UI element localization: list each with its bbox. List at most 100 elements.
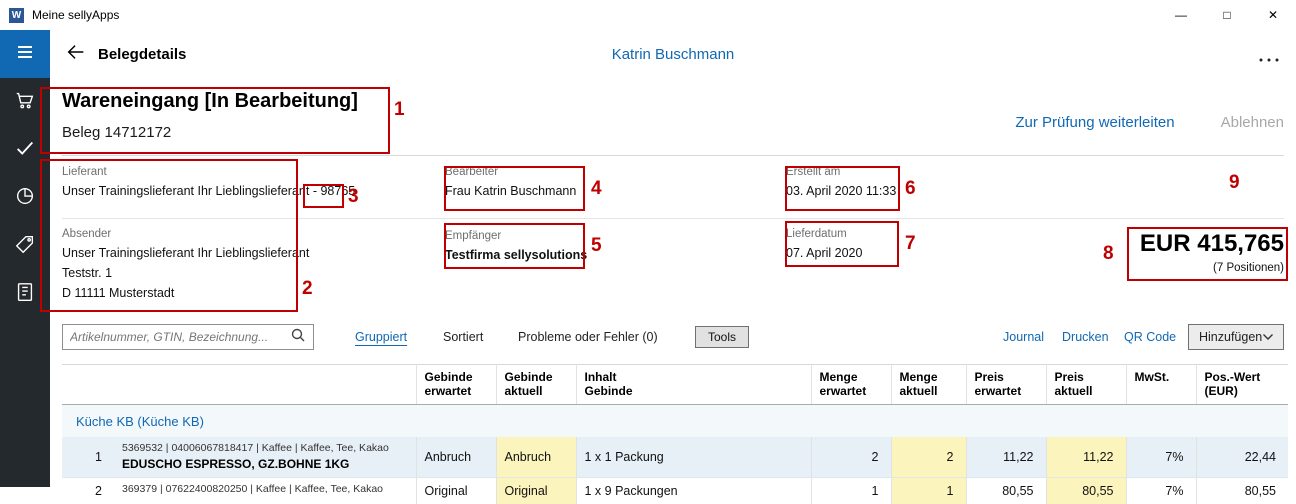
col-header-preis-erwartet: Preis erwartet xyxy=(966,365,1046,405)
window-title: Meine sellyApps xyxy=(32,8,119,22)
menge-aktuell-cell[interactable]: 2 xyxy=(891,437,966,478)
field-sender: Absender Unser Trainingslieferant Ihr Li… xyxy=(62,228,309,300)
editor-label: Bearbeiter xyxy=(445,166,576,178)
group-label: Küche KB (Küche KB) xyxy=(62,405,1288,438)
mwst-cell: 7% xyxy=(1126,478,1196,504)
menge-erwartet-cell: 1 xyxy=(811,478,891,504)
supplier-value: Unser Trainingslieferant Ihr Lieblingsli… xyxy=(62,184,355,198)
col-header-menge-aktuell: Menge aktuell xyxy=(891,365,966,405)
sidebar-item-journal[interactable] xyxy=(0,270,50,318)
sender-name: Unser Trainingslieferant Ihr Lieblingsli… xyxy=(62,246,309,260)
field-delivery-date: Lieferdatum 07. April 2020 xyxy=(786,228,862,260)
row-number: 2 xyxy=(62,478,116,504)
article-cell: 5369532 | 04006067818417 | Kaffee | Kaff… xyxy=(116,437,416,478)
mwst-cell: 7% xyxy=(1126,437,1196,478)
qr-code-link[interactable]: QR Code xyxy=(1124,330,1176,344)
col-header-gebinde-aktuell: Gebinde aktuell xyxy=(496,365,576,405)
table-row[interactable]: 2 369379 | 07622400820250 | Kaffee | Kaf… xyxy=(62,478,1288,504)
document-status-title: Wareneingang [In Bearbeitung] xyxy=(62,90,358,113)
preis-aktuell-cell[interactable]: 80,55 xyxy=(1046,478,1126,504)
sidebar-item-statistics[interactable] xyxy=(0,174,50,222)
article-meta: 369379 | 07622400820250 | Kaffee | Kaffe… xyxy=(122,483,408,495)
gebinde-erwartet-cell: Original xyxy=(416,478,496,504)
group-row[interactable]: Küche KB (Küche KB) xyxy=(62,405,1288,438)
sidebar-item-tasks[interactable] xyxy=(0,126,50,174)
app-header: Katrin Buschmann Belegdetails xyxy=(50,30,1296,78)
reject-button[interactable]: Ablehnen xyxy=(1221,114,1284,131)
sidebar-item-tags[interactable] xyxy=(0,222,50,270)
article-cell: 369379 | 07622400820250 | Kaffee | Kaffe… xyxy=(116,478,416,504)
tab-grouped[interactable]: Gruppiert xyxy=(355,330,407,344)
check-icon xyxy=(14,137,36,164)
article-name: EDUSCHO ESPRESSO, GZ.BOHNE 1KG xyxy=(122,457,408,471)
recipient-label: Empfänger xyxy=(445,230,587,242)
total-positions: (7 Positionen) xyxy=(1140,262,1284,274)
menge-erwartet-cell: 2 xyxy=(811,437,891,478)
user-name[interactable]: Katrin Buschmann xyxy=(50,46,1296,63)
sidebar-item-cart[interactable] xyxy=(0,78,50,126)
pie-chart-icon xyxy=(14,185,36,212)
book-icon xyxy=(14,281,36,308)
journal-link[interactable]: Journal xyxy=(1003,330,1044,344)
more-icon xyxy=(1258,50,1280,67)
document-total: EUR 415,765 (7 Positionen) xyxy=(1140,230,1284,274)
sidebar xyxy=(0,30,50,487)
col-header-mwst: MwSt. xyxy=(1126,365,1196,405)
app-icon: W xyxy=(9,8,24,23)
main-content: Wareneingang [In Bearbeitung] Beleg 1471… xyxy=(50,78,1296,487)
created-at-value: 03. April 2020 11:33 xyxy=(786,184,896,198)
field-created-at: Erstellt am 03. April 2020 11:33 xyxy=(786,166,896,198)
field-supplier: Lieferant Unser Trainingslieferant Ihr L… xyxy=(62,166,355,198)
menge-aktuell-cell[interactable]: 1 xyxy=(891,478,966,504)
gebinde-aktuell-cell[interactable]: Anbruch xyxy=(496,437,576,478)
tab-sorted[interactable]: Sortiert xyxy=(443,330,483,344)
tools-button[interactable]: Tools xyxy=(695,326,749,348)
article-meta: 5369532 | 04006067818417 | Kaffee | Kaff… xyxy=(122,442,408,454)
tab-problems[interactable]: Probleme oder Fehler (0) xyxy=(518,330,658,344)
document-number: Beleg 14712172 xyxy=(62,124,171,141)
chevron-down-icon xyxy=(1262,330,1274,344)
col-header-rownum xyxy=(62,365,116,405)
minimize-button[interactable]: — xyxy=(1158,0,1204,30)
search-icon[interactable] xyxy=(290,327,306,348)
divider xyxy=(62,218,1284,219)
window-titlebar: W Meine sellyApps — □ ✕ xyxy=(0,0,1296,30)
tag-icon xyxy=(14,233,36,260)
inhalt-gebinde-cell: 1 x 1 Packung xyxy=(576,437,811,478)
shopping-cart-icon xyxy=(14,89,36,116)
supplier-label: Lieferant xyxy=(62,166,355,178)
preis-erwartet-cell: 11,22 xyxy=(966,437,1046,478)
pos-wert-cell: 22,44 xyxy=(1196,437,1288,478)
preis-aktuell-cell[interactable]: 11,22 xyxy=(1046,437,1126,478)
search-input[interactable] xyxy=(70,330,290,344)
search-box xyxy=(62,324,314,350)
supplier-number: 98765 xyxy=(320,184,355,198)
table-row[interactable]: 1 5369532 | 04006067818417 | Kaffee | Ka… xyxy=(62,437,1288,478)
gebinde-aktuell-cell[interactable]: Original xyxy=(496,478,576,504)
pos-wert-cell: 80,55 xyxy=(1196,478,1288,504)
col-header-pos-wert: Pos.-Wert (EUR) xyxy=(1196,365,1288,405)
sender-label: Absender xyxy=(62,228,309,240)
maximize-button[interactable]: □ xyxy=(1204,0,1250,30)
add-button[interactable]: Hinzufügen xyxy=(1188,324,1284,350)
divider xyxy=(62,155,1284,156)
sender-street: Teststr. 1 xyxy=(62,266,309,280)
menu-button[interactable] xyxy=(0,30,50,78)
col-header-preis-aktuell: Preis aktuell xyxy=(1046,365,1126,405)
delivery-date-label: Lieferdatum xyxy=(786,228,862,240)
total-amount: EUR 415,765 xyxy=(1140,230,1284,258)
hamburger-icon xyxy=(15,42,35,67)
print-link[interactable]: Drucken xyxy=(1062,330,1109,344)
close-button[interactable]: ✕ xyxy=(1250,0,1296,30)
forward-for-review-link[interactable]: Zur Prüfung weiterleiten xyxy=(1015,114,1174,131)
supplier-name: Unser Trainingslieferant Ihr Lieblingsli… xyxy=(62,184,320,198)
col-header-article xyxy=(116,365,416,405)
field-recipient: Empfänger Testfirma sellysolutions xyxy=(445,230,587,262)
inhalt-gebinde-cell: 1 x 9 Packungen xyxy=(576,478,811,504)
add-button-label: Hinzufügen xyxy=(1199,330,1262,344)
col-header-inhalt-gebinde: Inhalt Gebinde xyxy=(576,365,811,405)
sender-city: D 11111 Musterstadt xyxy=(62,286,309,300)
gebinde-erwartet-cell: Anbruch xyxy=(416,437,496,478)
more-button[interactable] xyxy=(1258,50,1280,68)
positions-table: Gebinde erwartet Gebinde aktuell Inhalt … xyxy=(62,364,1288,504)
